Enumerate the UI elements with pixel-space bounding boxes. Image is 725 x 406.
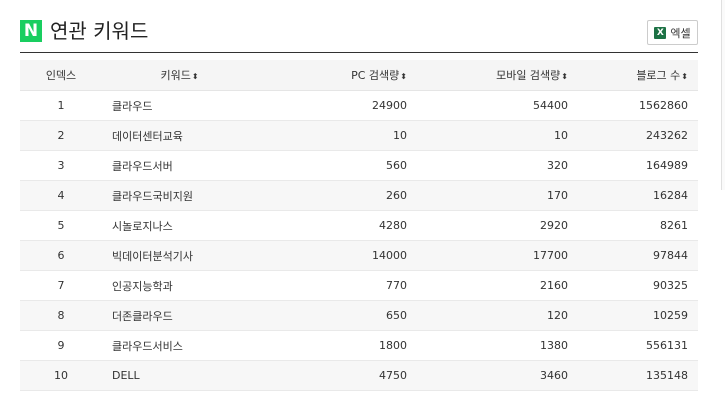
- cell-keyword: 클라우드서비스: [102, 330, 257, 361]
- cell-index: 4: [20, 180, 102, 211]
- naver-logo-icon: N: [20, 20, 42, 42]
- cell-blog-count: 164989: [578, 150, 698, 181]
- cell-pc-search: 10: [257, 120, 417, 151]
- cell-pc-search: 560: [257, 150, 417, 181]
- cell-index: 9: [20, 330, 102, 361]
- cell-keyword: 인공지능학과: [102, 270, 257, 301]
- cell-mobile-search: 54400: [417, 90, 578, 121]
- cell-index: 7: [20, 270, 102, 301]
- sort-icon[interactable]: ⬍: [681, 72, 688, 81]
- keyword-table-container: 인덱스 키워드⬍ PC 검색량⬍ 모바일 검색량⬍ 블로그 수⬍ 1 클라우드: [20, 60, 698, 391]
- cell-mobile-search: 170: [417, 180, 578, 211]
- cell-pc-search: 260: [257, 180, 417, 211]
- cell-index: 3: [20, 150, 102, 181]
- cell-pc-search: 4750: [257, 360, 417, 391]
- sort-icon[interactable]: ⬍: [192, 72, 199, 81]
- cell-blog-count: 243262: [578, 120, 698, 151]
- sort-icon[interactable]: ⬍: [400, 72, 407, 81]
- cell-blog-count: 16284: [578, 180, 698, 211]
- cell-keyword: 시놀로지나스: [102, 210, 257, 241]
- cell-mobile-search: 3460: [417, 360, 578, 391]
- excel-export-button[interactable]: X 엑셀: [647, 20, 698, 45]
- sort-icon[interactable]: ⬍: [561, 72, 568, 81]
- cell-index: 5: [20, 210, 102, 241]
- cell-pc-search: 1800: [257, 330, 417, 361]
- cell-mobile-search: 17700: [417, 240, 578, 271]
- cell-mobile-search: 2920: [417, 210, 578, 241]
- cell-keyword: 더존클라우드: [102, 300, 257, 331]
- cell-index: 6: [20, 240, 102, 271]
- table-row: 7 인공지능학과 770 2160 90325: [20, 270, 698, 301]
- cell-mobile-search: 320: [417, 150, 578, 181]
- cell-pc-search: 770: [257, 270, 417, 301]
- cell-mobile-search: 120: [417, 300, 578, 331]
- cell-mobile-search: 2160: [417, 270, 578, 301]
- cell-pc-search: 14000: [257, 240, 417, 271]
- cell-keyword: 데이터센터교육: [102, 120, 257, 151]
- cell-index: 2: [20, 120, 102, 151]
- cell-mobile-search: 1380: [417, 330, 578, 361]
- column-header-pc-search[interactable]: PC 검색량⬍: [257, 60, 417, 91]
- cell-keyword: 클라우드: [102, 90, 257, 121]
- cell-blog-count: 135148: [578, 360, 698, 391]
- table-row: 9 클라우드서비스 1800 1380 556131: [20, 330, 698, 361]
- keyword-header: N 연관 키워드 X 엑셀: [20, 16, 698, 53]
- cell-blog-count: 8261: [578, 210, 698, 241]
- cell-index: 10: [20, 360, 102, 391]
- cell-blog-count: 97844: [578, 240, 698, 271]
- cell-index: 1: [20, 90, 102, 121]
- cell-blog-count: 10259: [578, 300, 698, 331]
- column-header-mobile-search[interactable]: 모바일 검색량⬍: [417, 60, 578, 91]
- table-row: 4 클라우드국비지원 260 170 16284: [20, 180, 698, 211]
- table-row: 6 빅데이터분석기사 14000 17700 97844: [20, 240, 698, 271]
- table-row: 5 시놀로지나스 4280 2920 8261: [20, 210, 698, 241]
- table-row: 10 DELL 4750 3460 135148: [20, 360, 698, 391]
- scrollbar-track[interactable]: [721, 0, 725, 190]
- table-row: 1 클라우드 24900 54400 1562860: [20, 90, 698, 121]
- excel-button-label: 엑셀: [670, 26, 691, 40]
- table-row: 3 클라우드서버 560 320 164989: [20, 150, 698, 181]
- column-header-blog-count[interactable]: 블로그 수⬍: [578, 60, 698, 91]
- cell-keyword: 클라우드서버: [102, 150, 257, 181]
- table-row: 8 더존클라우드 650 120 10259: [20, 300, 698, 331]
- keyword-table: 인덱스 키워드⬍ PC 검색량⬍ 모바일 검색량⬍ 블로그 수⬍ 1 클라우드: [20, 60, 698, 391]
- cell-pc-search: 4280: [257, 210, 417, 241]
- cell-keyword: DELL: [102, 360, 257, 391]
- cell-keyword: 빅데이터분석기사: [102, 240, 257, 271]
- column-header-index: 인덱스: [20, 60, 102, 91]
- cell-keyword: 클라우드국비지원: [102, 180, 257, 211]
- cell-blog-count: 556131: [578, 330, 698, 361]
- excel-icon: X: [654, 26, 667, 39]
- cell-index: 8: [20, 300, 102, 331]
- table-header-row: 인덱스 키워드⬍ PC 검색량⬍ 모바일 검색량⬍ 블로그 수⬍: [20, 60, 698, 91]
- cell-blog-count: 90325: [578, 270, 698, 301]
- column-header-keyword[interactable]: 키워드⬍: [102, 60, 257, 91]
- cell-pc-search: 650: [257, 300, 417, 331]
- table-row: 2 데이터센터교육 10 10 243262: [20, 120, 698, 151]
- cell-blog-count: 1562860: [578, 90, 698, 121]
- page-title: 연관 키워드: [50, 19, 149, 43]
- cell-mobile-search: 10: [417, 120, 578, 151]
- cell-pc-search: 24900: [257, 90, 417, 121]
